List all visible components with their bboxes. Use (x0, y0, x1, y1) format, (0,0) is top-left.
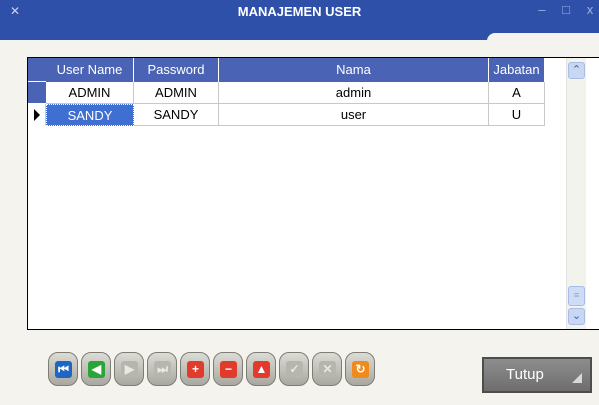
close-window-button[interactable]: x (582, 2, 598, 18)
cell-username-selected[interactable]: SANDY (46, 104, 134, 126)
plus-icon: + (187, 361, 204, 378)
user-grid[interactable]: User Name Password Nama Jabatan ADMIN AD… (27, 57, 599, 330)
chevron-up-icon[interactable]: ⌃ (568, 62, 585, 79)
minimize-button[interactable]: – (534, 2, 550, 18)
cancel-record-button[interactable]: ✕ (312, 352, 342, 386)
first-record-button[interactable]: ⏮ (48, 352, 78, 386)
manajemen-user-window: ✕ MANAJEMEN USER – □ x User Name Passwor… (0, 0, 599, 405)
previous-record-button[interactable]: ◀ (81, 352, 111, 386)
cell-username[interactable]: ADMIN (46, 82, 134, 104)
row-indicator[interactable] (28, 82, 46, 104)
column-header-nama[interactable]: Nama (219, 58, 489, 82)
next-record-icon: ▶ (121, 361, 138, 378)
cell-jabatan[interactable]: A (489, 82, 545, 104)
column-header-password[interactable]: Password (134, 58, 219, 82)
delete-record-button[interactable]: − (213, 352, 243, 386)
triangle-up-icon: ▲ (253, 361, 270, 378)
previous-record-icon: ◀ (88, 361, 105, 378)
last-record-button[interactable]: ⏭ (147, 352, 177, 386)
vertical-scrollbar[interactable]: ⌃ ≡ ⌄ (566, 58, 586, 329)
refresh-icon: ↻ (352, 361, 369, 378)
next-record-button[interactable]: ▶ (114, 352, 144, 386)
cell-password[interactable]: ADMIN (134, 82, 219, 104)
cell-nama[interactable]: admin (219, 82, 489, 104)
grip-icon (572, 373, 582, 383)
tutup-label: Tutup (506, 366, 544, 383)
titlebar-tab-notch (487, 33, 599, 41)
current-row-indicator[interactable] (28, 104, 46, 126)
column-header-jabatan[interactable]: Jabatan (489, 58, 545, 82)
insert-record-button[interactable]: + (180, 352, 210, 386)
maximize-button[interactable]: □ (558, 2, 574, 18)
column-header-username[interactable]: User Name (46, 58, 134, 82)
grid-corner (28, 58, 46, 82)
chevron-down-icon[interactable]: ⌄ (568, 308, 585, 325)
cell-nama[interactable]: user (219, 104, 489, 126)
first-record-icon: ⏮ (55, 361, 72, 378)
window-title: MANAJEMEN USER (237, 4, 362, 19)
cell-password[interactable]: SANDY (134, 104, 219, 126)
refresh-button[interactable]: ↻ (345, 352, 375, 386)
post-record-button[interactable]: ✓ (279, 352, 309, 386)
scroll-thumb[interactable]: ≡ (568, 286, 585, 306)
check-icon: ✓ (286, 361, 303, 378)
cross-icon: ✕ (319, 361, 336, 378)
last-record-icon: ⏭ (154, 361, 171, 378)
edit-record-button[interactable]: ▲ (246, 352, 276, 386)
minus-icon: − (220, 361, 237, 378)
tutup-button[interactable]: Tutup (482, 357, 592, 393)
cell-jabatan[interactable]: U (489, 104, 545, 126)
